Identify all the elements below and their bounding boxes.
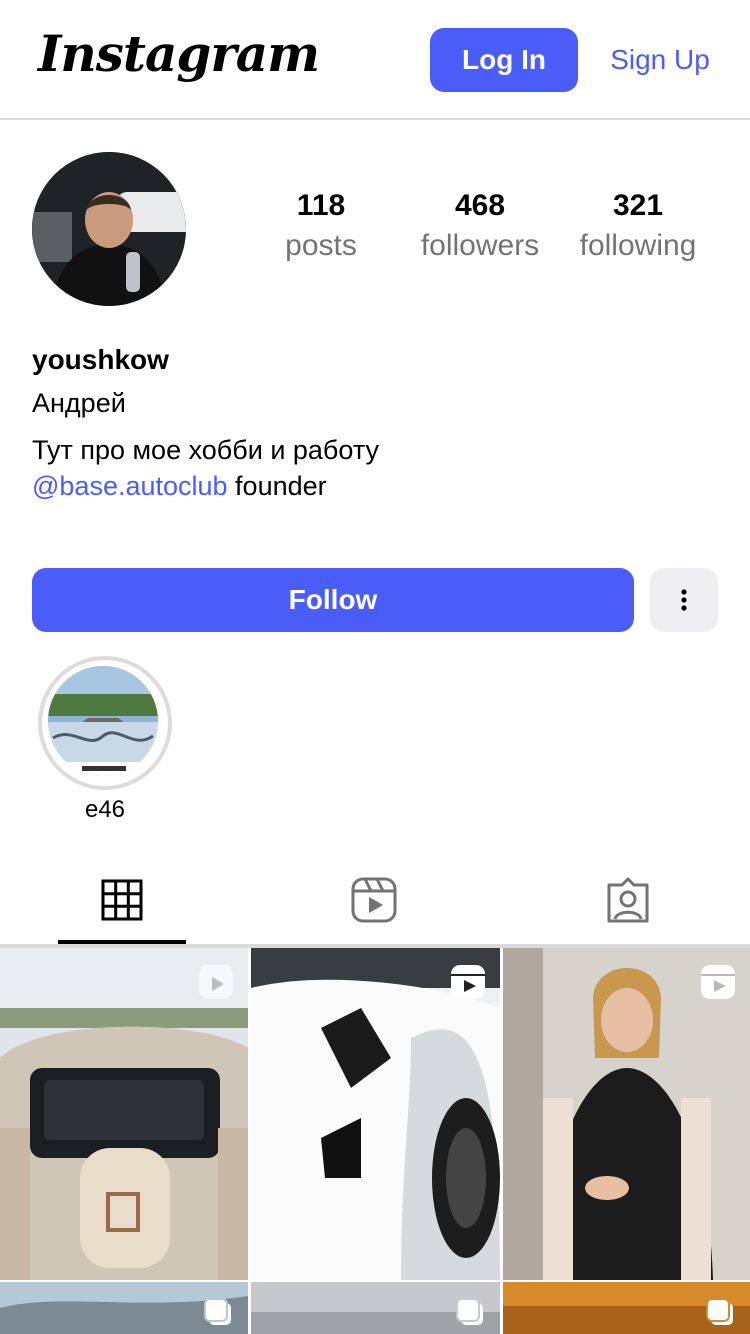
posts-label: posts: [285, 229, 357, 262]
followers-count: 468: [454, 189, 506, 222]
bio-line-mention: @base.autoclub founder: [32, 468, 379, 504]
highlight-label: e46: [84, 796, 126, 823]
carousel-badge-icon: [454, 1296, 486, 1333]
followers-stat[interactable]: 468 followers: [400, 186, 560, 266]
grid-post[interactable]: [0, 1282, 248, 1334]
signup-link[interactable]: Sign Up: [600, 28, 720, 92]
story-highlight[interactable]: e46: [38, 656, 172, 824]
full-name: Андрей: [32, 388, 126, 418]
login-button[interactable]: Log In: [430, 28, 578, 92]
posts-count: 118: [296, 189, 346, 222]
posts-stat: 118 posts: [241, 186, 401, 266]
following-count: 321: [612, 189, 664, 222]
reels-badge-icon: [700, 964, 736, 1005]
username: youshkow: [32, 344, 169, 375]
reels-icon: [351, 877, 397, 923]
reels-badge-icon: [450, 964, 486, 1005]
bio-suffix: founder: [227, 471, 327, 501]
active-tab-indicator: [58, 940, 186, 944]
tab-posts[interactable]: [58, 856, 186, 944]
highlight-cover: [48, 666, 158, 776]
bio-line: Тут про мое хобби и работу: [32, 435, 379, 465]
follow-button[interactable]: Follow: [32, 568, 634, 632]
grid-post[interactable]: [251, 948, 500, 1280]
following-stat[interactable]: 321 following: [558, 186, 718, 266]
more-vertical-icon: [681, 589, 687, 611]
highlight-ring: [38, 656, 172, 790]
bio: Тут про мое хобби и работу @base.autoclu…: [32, 432, 379, 504]
tagged-icon: [607, 877, 649, 923]
more-options-button[interactable]: [650, 568, 718, 632]
tab-reels[interactable]: [310, 856, 438, 944]
profile-avatar[interactable]: [32, 152, 186, 306]
following-label: following: [579, 229, 697, 262]
profile-tabs: [0, 856, 750, 944]
grid-icon: [101, 879, 143, 921]
tab-tagged[interactable]: [564, 856, 692, 944]
grid-post[interactable]: [503, 1282, 750, 1334]
carousel-badge-icon: [202, 1296, 234, 1333]
bio-mention-link[interactable]: @base.autoclub: [32, 471, 228, 501]
reels-badge-icon: [198, 964, 234, 1005]
grid-post[interactable]: [503, 948, 750, 1280]
grid-post[interactable]: [251, 1282, 500, 1334]
followers-label: followers: [420, 229, 540, 262]
grid-post[interactable]: [0, 948, 248, 1280]
instagram-logo[interactable]: Instagram: [38, 24, 320, 83]
top-bar: Instagram Log In Sign Up: [0, 0, 750, 120]
carousel-badge-icon: [704, 1296, 736, 1333]
